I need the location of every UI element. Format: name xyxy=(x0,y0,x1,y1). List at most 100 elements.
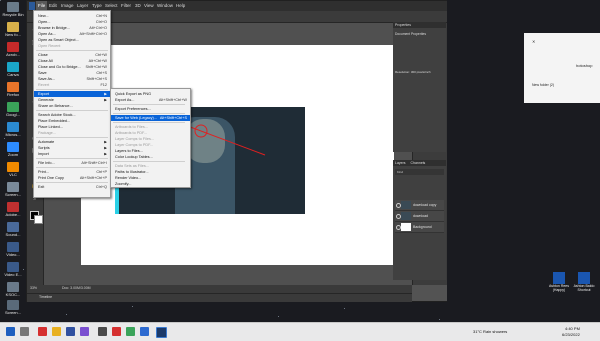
taskbar-app-icon[interactable] xyxy=(66,327,75,336)
desktop-icon-edge[interactable]: Micros... xyxy=(2,122,24,138)
desktop-icon-firefox[interactable]: Firefox xyxy=(2,82,24,98)
desktop-icon-video2[interactable]: Video E... xyxy=(2,262,24,278)
weather-text[interactable]: 31°C Rain showers xyxy=(473,329,507,334)
menu-type[interactable]: Type xyxy=(92,3,102,8)
menu-separator xyxy=(36,50,108,51)
recycle-bin-icon[interactable]: Recycle Bin xyxy=(2,2,24,18)
background-color-swatch[interactable] xyxy=(34,215,43,224)
star xyxy=(132,306,133,307)
desktop-icon-acrobat[interactable]: Acrob... xyxy=(2,42,24,58)
export-submenu: Quick Export as PNG Export As... Alt+Shift… xyxy=(110,88,191,188)
menu-layer[interactable]: Layer xyxy=(77,3,88,8)
zoom-level: 33% xyxy=(30,286,38,290)
menu-item-save-for-web-legacy[interactable]: Save for Web (Legacy)... Alt+Shift+Ctrl+S xyxy=(111,115,190,121)
menu-separator xyxy=(36,89,108,90)
menu-item-label: Export Preferences... xyxy=(115,107,151,111)
desktop-icon-ksoc[interactable]: KSOC... xyxy=(2,282,24,298)
background-window[interactable]: ✕ hotoshop New folder (2) xyxy=(524,33,600,103)
submenu-arrow-icon: ▶ xyxy=(104,152,107,156)
clock-time[interactable]: 4:40 PM xyxy=(565,326,580,331)
status-bar: 33% Doc: 3.00M/3.00M xyxy=(27,285,412,293)
menu-item-open-recent: Open Recent xyxy=(34,43,110,49)
desktop-icon-chrome[interactable]: Googl... xyxy=(2,102,24,118)
taskbar-app-icon[interactable] xyxy=(52,327,61,336)
desktop-icon-canva[interactable]: Canva xyxy=(2,62,24,78)
menu-separator xyxy=(36,158,108,159)
photoshop-taskbar-icon[interactable] xyxy=(156,327,167,338)
taskbar-app-icon[interactable] xyxy=(112,327,121,336)
menu-item-exit[interactable]: Exit Ctrl+Q xyxy=(34,184,110,190)
desktop-icon-folder[interactable]: New fo... xyxy=(2,22,24,38)
menu-view[interactable]: View xyxy=(144,3,154,8)
word-doc-icon xyxy=(578,272,590,284)
menu-separator xyxy=(113,104,185,105)
menu-item-label: File Info... xyxy=(38,161,55,165)
layer-row[interactable]: download copy xyxy=(395,200,444,211)
menu-shortcut: Alt+Shift+Ctrl+W xyxy=(158,98,187,102)
menu-select[interactable]: Select xyxy=(105,3,118,8)
document-properties-label: Document Properties xyxy=(395,32,426,36)
menu-window[interactable]: Window xyxy=(157,3,173,8)
desktop-icon-adobe[interactable]: Adobe... xyxy=(2,202,24,218)
menu-item-label: Import xyxy=(38,152,49,156)
menu-separator xyxy=(36,182,108,183)
menu-item-share-on-behance[interactable]: Share on Behance... xyxy=(34,103,110,109)
menu-separator xyxy=(36,110,108,111)
desktop-icon-vlc[interactable]: VLC xyxy=(2,162,24,178)
menu-item-file-info[interactable]: File Info... Alt+Shift+Ctrl+I xyxy=(34,160,110,166)
tab-channels[interactable]: Channels xyxy=(411,161,426,165)
menu-image[interactable]: Image xyxy=(61,3,74,8)
menu-item-zoomify[interactable]: Zoomify... xyxy=(111,181,190,187)
menu-separator xyxy=(113,161,185,162)
resolution-label: Resolution: 300 pixels/inch xyxy=(395,70,431,74)
clock-date[interactable]: 6/23/2022 xyxy=(562,332,580,337)
start-icon[interactable] xyxy=(6,327,15,336)
menu-item-label: Save for Web (Legacy)... xyxy=(115,116,157,120)
doc-size: Doc: 3.00M/3.00M xyxy=(62,286,91,290)
side-label: hotoshop xyxy=(576,63,593,68)
layers-panel: Layers Channels Kind download copy downl… xyxy=(393,160,446,280)
menu-item-export-as[interactable]: Export As... Alt+Shift+Ctrl+W xyxy=(111,97,190,103)
layers-tabs: Layers Channels xyxy=(393,160,446,166)
properties-panel: Properties Document Properties Resolutio… xyxy=(393,22,446,152)
menu-item-label: Zoomify... xyxy=(115,182,132,186)
layer-filter[interactable]: Kind xyxy=(395,169,444,175)
word-doc-icon xyxy=(553,272,565,284)
desktop-icon-ashton-happy[interactable]: Ashton Rees (Happy) xyxy=(548,272,570,292)
taskbar-app-icon[interactable] xyxy=(80,327,89,336)
taskbar-app-icon[interactable] xyxy=(98,327,107,336)
desktop-icon-sound[interactable]: Sound... xyxy=(2,222,24,238)
close-icon[interactable]: ✕ xyxy=(532,39,535,44)
menu-item-label: Package... xyxy=(38,131,56,135)
menu-filter[interactable]: Filter xyxy=(121,3,131,8)
desktop-icon-screen2[interactable]: Screen... xyxy=(2,300,24,316)
desktop-icons-left: Recycle Bin New fo... Acrob... Canva Fir… xyxy=(0,0,26,322)
menu-item-package: Package... xyxy=(34,130,110,136)
menu-item-color-lookup-tables[interactable]: Color Lookup Tables... xyxy=(111,154,190,160)
search-icon[interactable] xyxy=(20,327,29,336)
layer-thumbnail xyxy=(401,212,411,220)
desktop-icon-screen1[interactable]: Screen... xyxy=(2,182,24,198)
taskbar: 31°C Rain showers 4:40 PM 6/23/2022 xyxy=(0,322,600,341)
desktop-icon-ashton-baldo[interactable]: Ashton Baldo Shortcut xyxy=(572,272,596,292)
menu-shortcut: Alt+Shift+Ctrl+S xyxy=(159,116,187,120)
layer-row[interactable]: Background xyxy=(395,222,444,233)
menu-item-label: Exit xyxy=(38,185,45,189)
desktop-icon-zoom[interactable]: Zoom xyxy=(2,142,24,158)
layer-row[interactable]: download xyxy=(395,211,444,222)
menu-3d[interactable]: 3D xyxy=(135,3,141,8)
menu-item-export-preferences[interactable]: Export Preferences... xyxy=(111,106,190,112)
menu-help[interactable]: Help xyxy=(176,3,185,8)
timeline-bar: Timeline xyxy=(27,293,412,302)
desktop-icon-video1[interactable]: Video... xyxy=(2,242,24,258)
tab-layers[interactable]: Layers xyxy=(395,161,406,165)
menu-separator xyxy=(36,167,108,168)
menu-edit[interactable]: Edit xyxy=(49,3,57,8)
menu-separator xyxy=(113,122,185,123)
taskbar-app-icon[interactable] xyxy=(38,327,47,336)
taskbar-app-icon[interactable] xyxy=(126,327,135,336)
taskbar-app-icon[interactable] xyxy=(140,327,149,336)
menu-item-print-one-copy[interactable]: Print One Copy Alt+Shift+Ctrl+P xyxy=(34,175,110,181)
timeline-label[interactable]: Timeline xyxy=(39,295,52,299)
menu-item-import[interactable]: Import ▶ xyxy=(34,151,110,157)
